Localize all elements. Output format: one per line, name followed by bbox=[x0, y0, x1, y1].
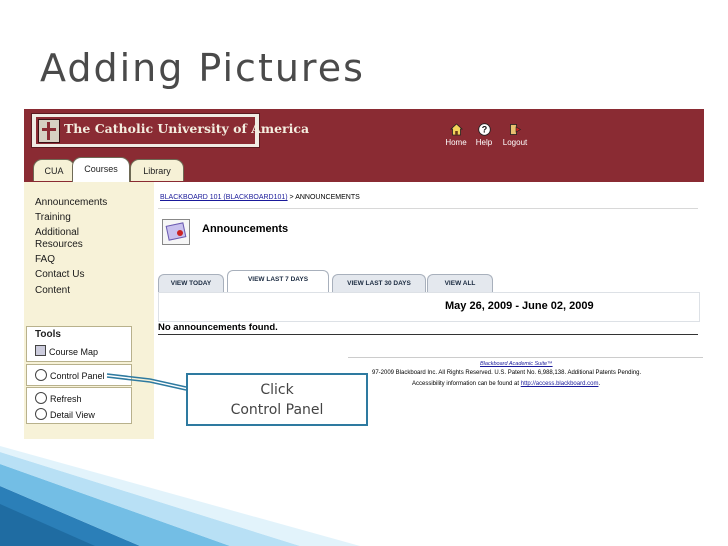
callout-line2: Control Panel bbox=[230, 402, 324, 418]
slide-decoration bbox=[0, 446, 360, 546]
callout-line1: Click bbox=[260, 382, 294, 398]
instruction-callout: Click Control Panel bbox=[186, 373, 368, 426]
